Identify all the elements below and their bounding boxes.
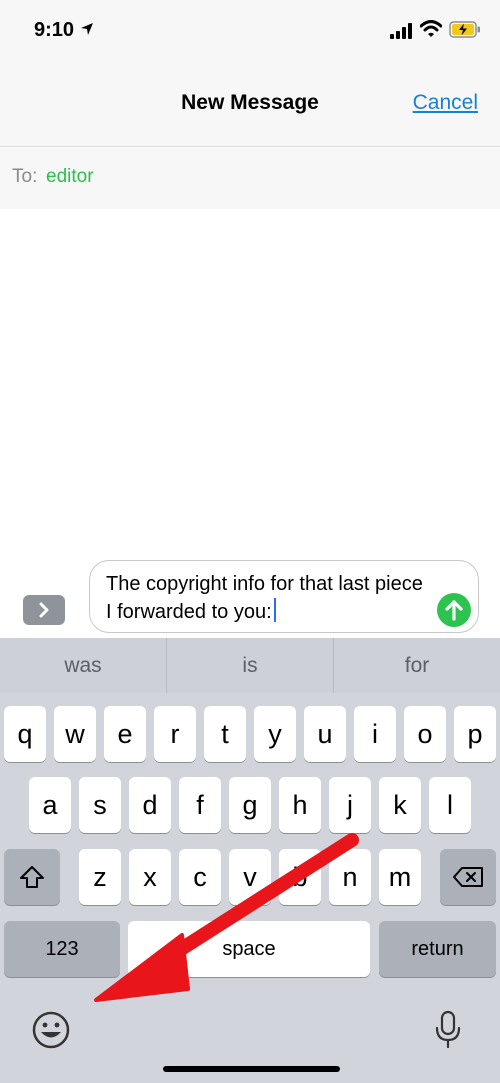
key-e[interactable]: e (104, 706, 146, 762)
numbers-key[interactable]: 123 (4, 921, 120, 977)
key-b[interactable]: b (279, 849, 321, 905)
key-w[interactable]: w (54, 706, 96, 762)
home-indicator (163, 1066, 340, 1072)
key-h[interactable]: h (279, 777, 321, 833)
key-p[interactable]: p (454, 706, 496, 762)
wifi-icon (420, 20, 442, 37)
arrow-up-icon (445, 600, 463, 621)
key-l[interactable]: l (429, 777, 471, 833)
status-bar: 9:10 (0, 0, 500, 62)
message-input[interactable]: The copyright info for that last piece I… (89, 560, 479, 633)
predictive-text-bar: was is for (0, 638, 500, 693)
key-v[interactable]: v (229, 849, 271, 905)
key-q[interactable]: q (4, 706, 46, 762)
send-button[interactable] (437, 593, 471, 627)
signal-bars-icon (390, 23, 412, 39)
microphone-icon[interactable] (434, 1010, 462, 1050)
cancel-button[interactable]: Cancel (413, 91, 478, 115)
shift-arrow-icon (20, 866, 44, 888)
key-r[interactable]: r (154, 706, 196, 762)
return-key[interactable]: return (379, 921, 496, 977)
navigation-bar: New Message Cancel (0, 62, 500, 147)
key-x[interactable]: x (129, 849, 171, 905)
emoji-smiley-icon[interactable] (31, 1010, 71, 1050)
app-drawer-button[interactable] (23, 595, 65, 625)
recipient-token[interactable]: editor (46, 166, 94, 188)
key-n[interactable]: n (329, 849, 371, 905)
key-u[interactable]: u (304, 706, 346, 762)
key-i[interactable]: i (354, 706, 396, 762)
text-caret (273, 598, 276, 622)
key-j[interactable]: j (329, 777, 371, 833)
key-y[interactable]: y (254, 706, 296, 762)
shift-key[interactable] (4, 849, 60, 905)
space-key[interactable]: space (128, 921, 370, 977)
key-f[interactable]: f (179, 777, 221, 833)
backspace-icon (453, 867, 483, 887)
key-s[interactable]: s (79, 777, 121, 833)
suggestion-2[interactable]: is (167, 638, 333, 693)
recipient-row[interactable]: To: editor (0, 148, 500, 209)
message-text: The copyright info for that last piece I… (106, 573, 423, 623)
key-o[interactable]: o (404, 706, 446, 762)
key-d[interactable]: d (129, 777, 171, 833)
delete-key[interactable] (440, 849, 496, 905)
suggestion-1[interactable]: was (0, 638, 166, 693)
key-k[interactable]: k (379, 777, 421, 833)
status-time: 9:10 (34, 19, 75, 41)
key-c[interactable]: c (179, 849, 221, 905)
key-g[interactable]: g (229, 777, 271, 833)
suggestion-3[interactable]: for (334, 638, 500, 693)
chevron-right-icon (39, 602, 49, 618)
location-arrow-icon (81, 23, 93, 35)
key-a[interactable]: a (29, 777, 71, 833)
key-m[interactable]: m (379, 849, 421, 905)
key-z[interactable]: z (79, 849, 121, 905)
battery-charging-icon (449, 21, 480, 38)
to-label: To: (12, 166, 38, 187)
key-t[interactable]: t (204, 706, 246, 762)
